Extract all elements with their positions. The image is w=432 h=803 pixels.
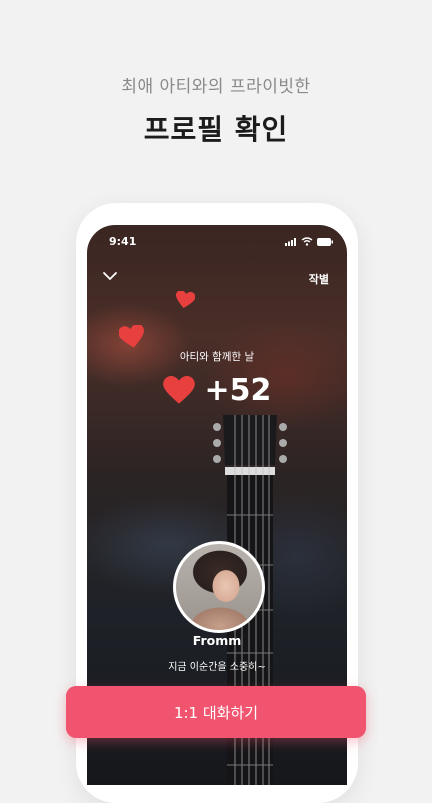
heart-icon (119, 325, 144, 348)
farewell-button[interactable]: 작별 (309, 271, 329, 287)
status-time: 9:41 (109, 235, 137, 248)
status-icons (285, 237, 333, 246)
heart-count-row: +52 (87, 373, 347, 408)
promo-title: 프로필 확인 (143, 113, 289, 146)
artist-name: Fromm (192, 633, 242, 648)
heart-icon (175, 291, 195, 309)
avatar[interactable] (173, 541, 265, 633)
heart-count: +52 (204, 373, 272, 408)
signal-icon (285, 237, 296, 246)
status-message: 지금 이순간을 소중히~ (168, 662, 266, 673)
together-label: 아티와 함께한 날 (179, 351, 255, 363)
battery-icon (317, 237, 333, 246)
chevron-down-icon[interactable] (101, 269, 119, 283)
heart-icon (162, 376, 195, 404)
promo-subtitle: 최애 아티와의 프라이빗한 (121, 77, 311, 97)
wifi-icon (301, 237, 313, 246)
start-chat-button[interactable]: 1:1 대화하기 (66, 686, 366, 738)
